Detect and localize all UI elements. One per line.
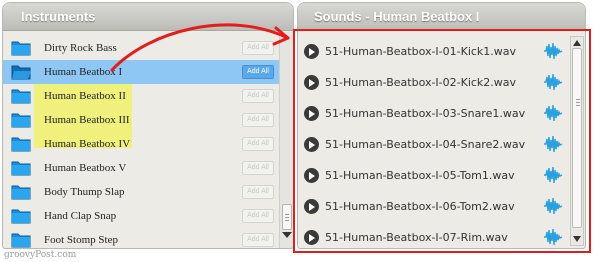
instrument-name: Body Thump Slap (44, 186, 125, 198)
add-all-button[interactable]: Add All (242, 233, 274, 247)
instrument-row-human-beatbox-ii[interactable]: Human Beatbox II Add All (3, 84, 279, 108)
folder-icon (11, 233, 31, 248)
instrument-row-body-thump-slap[interactable]: Body Thump Slap Add All (3, 180, 279, 204)
annotation-box (293, 29, 591, 253)
folder-icon (11, 185, 31, 200)
folder-icon (11, 209, 31, 224)
instrument-row-human-beatbox-iii[interactable]: Human Beatbox III Add All (3, 108, 279, 132)
folder-icon (11, 89, 31, 104)
instrument-name: Foot Stomp Step (44, 234, 118, 246)
instrument-name: Human Beatbox IV (44, 138, 131, 150)
instrument-name: Human Beatbox II (44, 90, 126, 102)
folder-open-icon (11, 65, 31, 80)
folder-icon (11, 41, 31, 56)
add-all-button[interactable]: Add All (242, 41, 274, 55)
instrument-row-human-beatbox-v[interactable]: Human Beatbox V Add All (3, 156, 279, 180)
folder-icon (11, 137, 31, 152)
instrument-row-human-beatbox-i[interactable]: Human Beatbox I Add All (3, 60, 279, 84)
scroll-down-icon[interactable] (282, 232, 292, 238)
instrument-name: Human Beatbox III (44, 114, 130, 126)
add-all-button[interactable]: Add All (242, 113, 274, 127)
add-all-button[interactable]: Add All (242, 65, 274, 79)
folder-icon (11, 113, 31, 128)
watermark: groovyPost.com (4, 250, 77, 260)
add-all-button[interactable]: Add All (242, 209, 274, 223)
instruments-panel: Instruments Dirty Rock Bass Add All Huma… (2, 2, 294, 249)
instrument-row-dirty-rock-bass[interactable]: Dirty Rock Bass Add All (3, 36, 279, 60)
instrument-scrollbar[interactable] (279, 32, 293, 248)
instrument-row-human-beatbox-iv[interactable]: Human Beatbox IV Add All (3, 132, 279, 156)
add-all-button[interactable]: Add All (242, 185, 274, 199)
sounds-panel-title: Sounds - Human Beatbox I (298, 3, 585, 31)
folder-icon (11, 161, 31, 176)
instrument-name: Human Beatbox I (44, 66, 123, 78)
instrument-name: Human Beatbox V (44, 162, 127, 174)
instrument-row-hand-clap-snap[interactable]: Hand Clap Snap Add All (3, 204, 279, 228)
scrollbar-thumb[interactable] (282, 204, 292, 230)
instrument-name: Hand Clap Snap (44, 210, 117, 222)
add-all-button[interactable]: Add All (242, 89, 274, 103)
add-all-button[interactable]: Add All (242, 137, 274, 151)
instruments-panel-title: Instruments (3, 3, 293, 31)
instrument-list: Dirty Rock Bass Add All Human Beatbox I … (3, 32, 279, 248)
add-all-button[interactable]: Add All (242, 161, 274, 175)
instrument-name: Dirty Rock Bass (44, 42, 117, 54)
instrument-row-foot-stomp-step[interactable]: Foot Stomp Step Add All (3, 228, 279, 248)
